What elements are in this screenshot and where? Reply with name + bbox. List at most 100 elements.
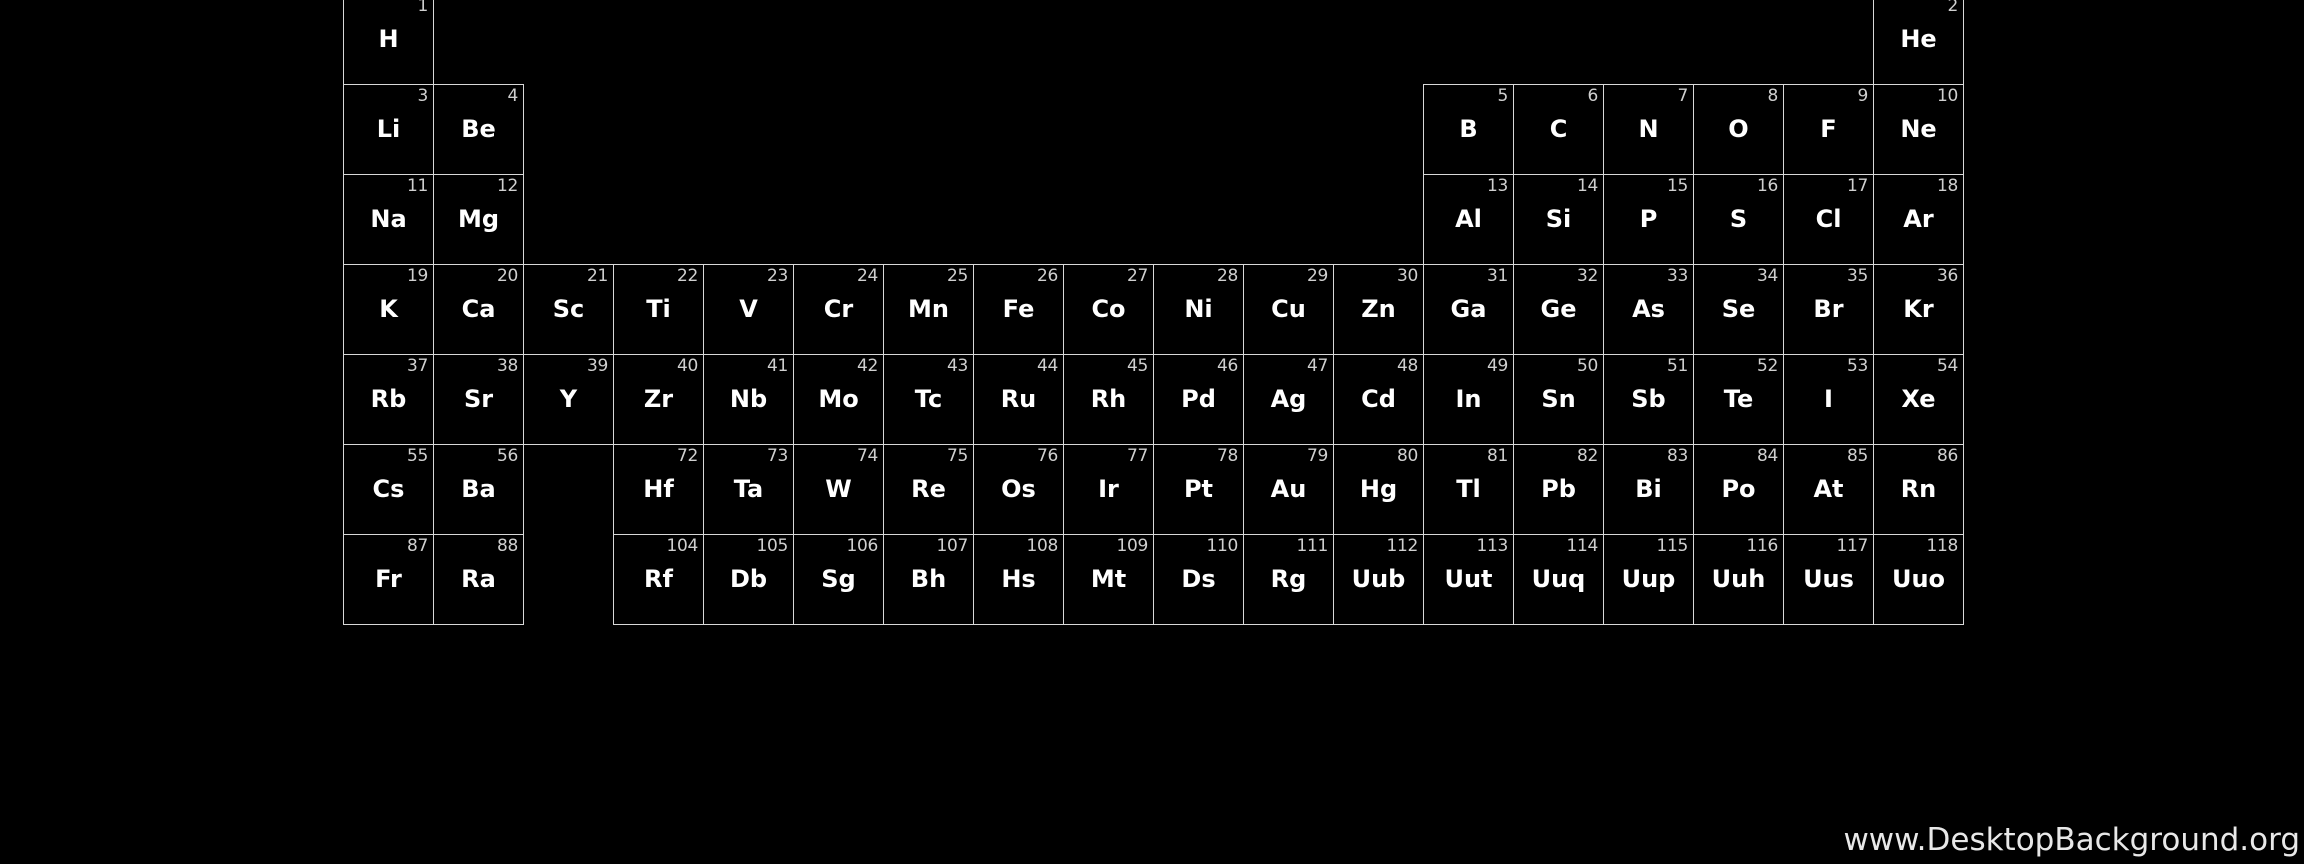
element-symbol: Ar	[1903, 205, 1934, 233]
element-cell-nb: 41 Nb	[703, 354, 794, 445]
atomic-number: 30	[1396, 266, 1418, 286]
atomic-number: 21	[586, 266, 608, 286]
element-symbol: Co	[1091, 295, 1126, 323]
element-cell-n: 7N	[1603, 84, 1694, 175]
element-cell-uuh: 116 Uuh	[1693, 534, 1784, 625]
element-symbol: W	[825, 475, 852, 503]
atomic-number: 24	[856, 266, 878, 286]
atomic-number: 7	[1677, 86, 1688, 106]
atomic-number: 78	[1216, 446, 1238, 466]
element-cell-mt: 109 Mt	[1063, 534, 1154, 625]
element-symbol: P	[1639, 205, 1658, 233]
element-cell-pb: 82 Pb	[1513, 444, 1604, 535]
atomic-number: 82	[1576, 446, 1598, 466]
element-symbol: Uuh	[1711, 565, 1766, 593]
element-cell-pt: 78 Pt	[1153, 444, 1244, 535]
element-symbol: Db	[729, 565, 768, 593]
atomic-number: 117	[1836, 536, 1868, 556]
element-cell-si: 14 Si	[1513, 174, 1604, 265]
element-cell-ag: 47 Ag	[1243, 354, 1334, 445]
atomic-number: 115	[1656, 536, 1688, 556]
atomic-number: 106	[846, 536, 878, 556]
element-symbol: Ni	[1184, 295, 1213, 323]
element-symbol: Ir	[1098, 475, 1119, 503]
element-symbol: Fe	[1002, 295, 1035, 323]
element-cell-w: 74 W	[793, 444, 884, 535]
atomic-number: 48	[1396, 356, 1418, 376]
atomic-number: 108	[1026, 536, 1058, 556]
atomic-number: 111	[1296, 536, 1328, 556]
element-symbol: Re	[911, 475, 946, 503]
atomic-number: 31	[1486, 266, 1508, 286]
element-cell-al: 13 Al	[1423, 174, 1514, 265]
element-cell-tl: 81 Tl	[1423, 444, 1514, 535]
element-cell-y: 39 Y	[523, 354, 614, 445]
element-cell-c: 6C	[1513, 84, 1604, 175]
element-symbol: Uuo	[1891, 565, 1946, 593]
element-symbol: Tc	[914, 385, 943, 413]
atomic-number: 9	[1857, 86, 1868, 106]
element-symbol: Fr	[375, 565, 402, 593]
element-symbol: Li	[376, 115, 401, 143]
element-cell-po: 84 Po	[1693, 444, 1784, 535]
atomic-number: 35	[1846, 266, 1868, 286]
element-cell-uus: 117 Uus	[1783, 534, 1874, 625]
element-cell-kr: 36 Kr	[1873, 264, 1964, 355]
element-symbol: F	[1820, 115, 1837, 143]
atomic-number: 73	[766, 446, 788, 466]
element-cell-bi: 83 Bi	[1603, 444, 1694, 535]
element-symbol: Uup	[1621, 565, 1676, 593]
element-symbol: Cs	[372, 475, 405, 503]
atomic-number: 22	[676, 266, 698, 286]
element-symbol: C	[1549, 115, 1568, 143]
element-symbol: Pb	[1541, 475, 1576, 503]
atomic-number: 53	[1846, 356, 1868, 376]
atomic-number: 116	[1746, 536, 1778, 556]
element-symbol: S	[1729, 205, 1748, 233]
element-symbol: Bh	[910, 565, 947, 593]
element-symbol: Ta	[733, 475, 764, 503]
element-cell-te: 52 Te	[1693, 354, 1784, 445]
element-cell-o: 8O	[1693, 84, 1784, 175]
element-symbol: V	[739, 295, 758, 323]
atomic-number: 12	[496, 176, 518, 196]
element-symbol: Br	[1813, 295, 1844, 323]
atomic-number: 110	[1206, 536, 1238, 556]
element-cell-co: 27 Co	[1063, 264, 1154, 355]
element-symbol: Cd	[1361, 385, 1396, 413]
atomic-number: 1	[417, 0, 428, 16]
atomic-number: 72	[676, 446, 698, 466]
element-symbol: Zr	[643, 385, 674, 413]
element-cell-be: 4 Be	[433, 84, 524, 175]
atomic-number: 74	[856, 446, 878, 466]
element-cell-p: 15 P	[1603, 174, 1694, 265]
element-symbol: Uuq	[1531, 565, 1586, 593]
element-symbol: As	[1632, 295, 1665, 323]
element-cell-he: 2 He	[1873, 0, 1964, 85]
element-cell-hg: 80 Hg	[1333, 444, 1424, 535]
atomic-number: 87	[406, 536, 428, 556]
atomic-number: 11	[406, 176, 428, 196]
element-cell-uut: 113 Uut	[1423, 534, 1514, 625]
element-cell-pd: 46 Pd	[1153, 354, 1244, 445]
element-cell-v: 23 V	[703, 264, 794, 355]
atomic-number: 105	[756, 536, 788, 556]
element-symbol: Mt	[1090, 565, 1127, 593]
atomic-number: 52	[1756, 356, 1778, 376]
element-symbol: Kr	[1903, 295, 1934, 323]
element-cell-h: 1H	[343, 0, 434, 85]
element-cell-ba: 56 Ba	[433, 444, 524, 535]
atomic-number: 39	[586, 356, 608, 376]
element-symbol: Mg	[457, 205, 500, 233]
atomic-number: 42	[856, 356, 878, 376]
element-symbol: Rb	[370, 385, 407, 413]
element-symbol: Si	[1545, 205, 1572, 233]
element-symbol: Po	[1721, 475, 1756, 503]
element-cell-rn: 86 Rn	[1873, 444, 1964, 535]
element-symbol: I	[1824, 385, 1833, 413]
element-symbol: Uut	[1444, 565, 1493, 593]
element-cell-k: 19 K	[343, 264, 434, 355]
atomic-number: 47	[1306, 356, 1328, 376]
element-symbol: Mo	[818, 385, 859, 413]
element-symbol: Pt	[1183, 475, 1214, 503]
